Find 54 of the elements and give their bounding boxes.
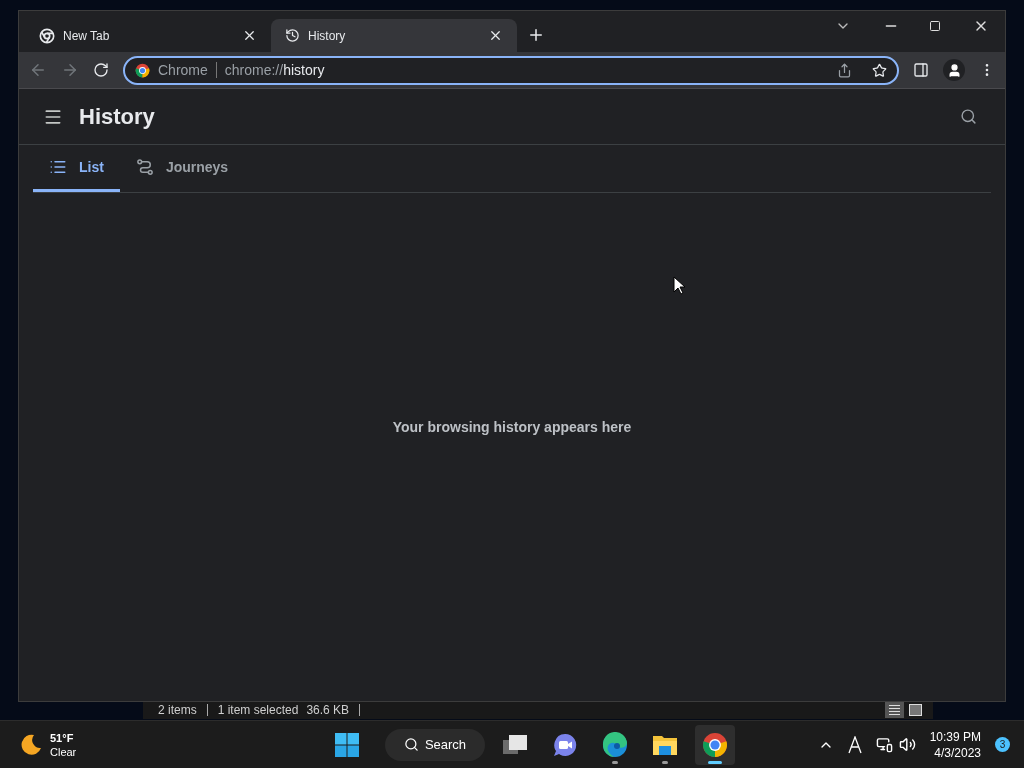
profile-avatar[interactable] <box>943 59 965 81</box>
page-title: History <box>79 103 155 131</box>
back-icon[interactable] <box>29 61 47 79</box>
temperature: 51°F <box>50 730 75 745</box>
page-tab[interactable]: List <box>33 145 120 192</box>
forward-icon[interactable] <box>61 61 79 79</box>
search-icon <box>403 737 419 752</box>
network-icon[interactable] <box>875 736 893 753</box>
chrome-icon <box>135 62 150 78</box>
site-label: Chrome <box>158 60 208 80</box>
empty-state-message: Your browsing history appears here <box>392 417 632 437</box>
history-icon <box>285 28 300 43</box>
selection-info: 1 item selected <box>217 701 299 719</box>
tab-title: New Tab <box>63 27 111 45</box>
weather-condition: Clear <box>50 744 77 759</box>
selection-size: 36.6 KB <box>306 701 350 719</box>
search-icon[interactable] <box>960 108 977 125</box>
maximize-icon[interactable] <box>929 20 941 32</box>
task-view-icon <box>502 732 528 757</box>
item-count: 2 items <box>158 701 197 719</box>
mouse-cursor-icon <box>673 276 686 295</box>
letter-a-icon[interactable] <box>847 735 862 754</box>
edge-browser-icon <box>602 731 628 758</box>
side-panel-icon[interactable] <box>913 62 929 78</box>
tab-title: History <box>308 27 347 45</box>
windows-start-icon[interactable] <box>335 732 359 757</box>
running-indicator <box>612 760 618 764</box>
search-button[interactable]: Search <box>385 728 485 761</box>
close-icon[interactable] <box>242 28 257 43</box>
address-bar[interactable]: Chrome chrome://history <box>123 55 899 85</box>
route-icon <box>135 158 154 176</box>
browser-tab[interactable]: New Tab <box>25 19 271 52</box>
video-chat-icon <box>552 731 578 758</box>
url-text: chrome://history <box>224 60 325 80</box>
browser-tab[interactable]: History <box>271 19 517 52</box>
share-icon[interactable] <box>837 62 852 78</box>
close-icon[interactable] <box>488 28 503 43</box>
running-indicator <box>708 760 722 764</box>
bookmark-star-icon[interactable] <box>872 62 887 78</box>
volume-icon[interactable] <box>898 736 916 753</box>
moon-icon <box>20 733 42 756</box>
clock-time[interactable]: 10:39 PM <box>929 728 981 745</box>
tiles-view-icon[interactable] <box>906 701 925 718</box>
chrome-logo-icon <box>39 27 55 44</box>
taskbar-app[interactable] <box>695 724 735 765</box>
chrome-logo-icon <box>702 731 728 758</box>
clock-date[interactable]: 4/3/2023 <box>934 744 981 761</box>
weather-widget[interactable]: 51°F Clear <box>20 730 120 759</box>
reload-icon[interactable] <box>93 62 109 78</box>
new-tab-icon[interactable] <box>527 26 545 44</box>
page-tab[interactable]: Journeys <box>119 145 245 192</box>
notification-badge[interactable]: 3 <box>995 737 1010 752</box>
running-indicator <box>662 760 668 764</box>
list-icon <box>49 158 67 176</box>
